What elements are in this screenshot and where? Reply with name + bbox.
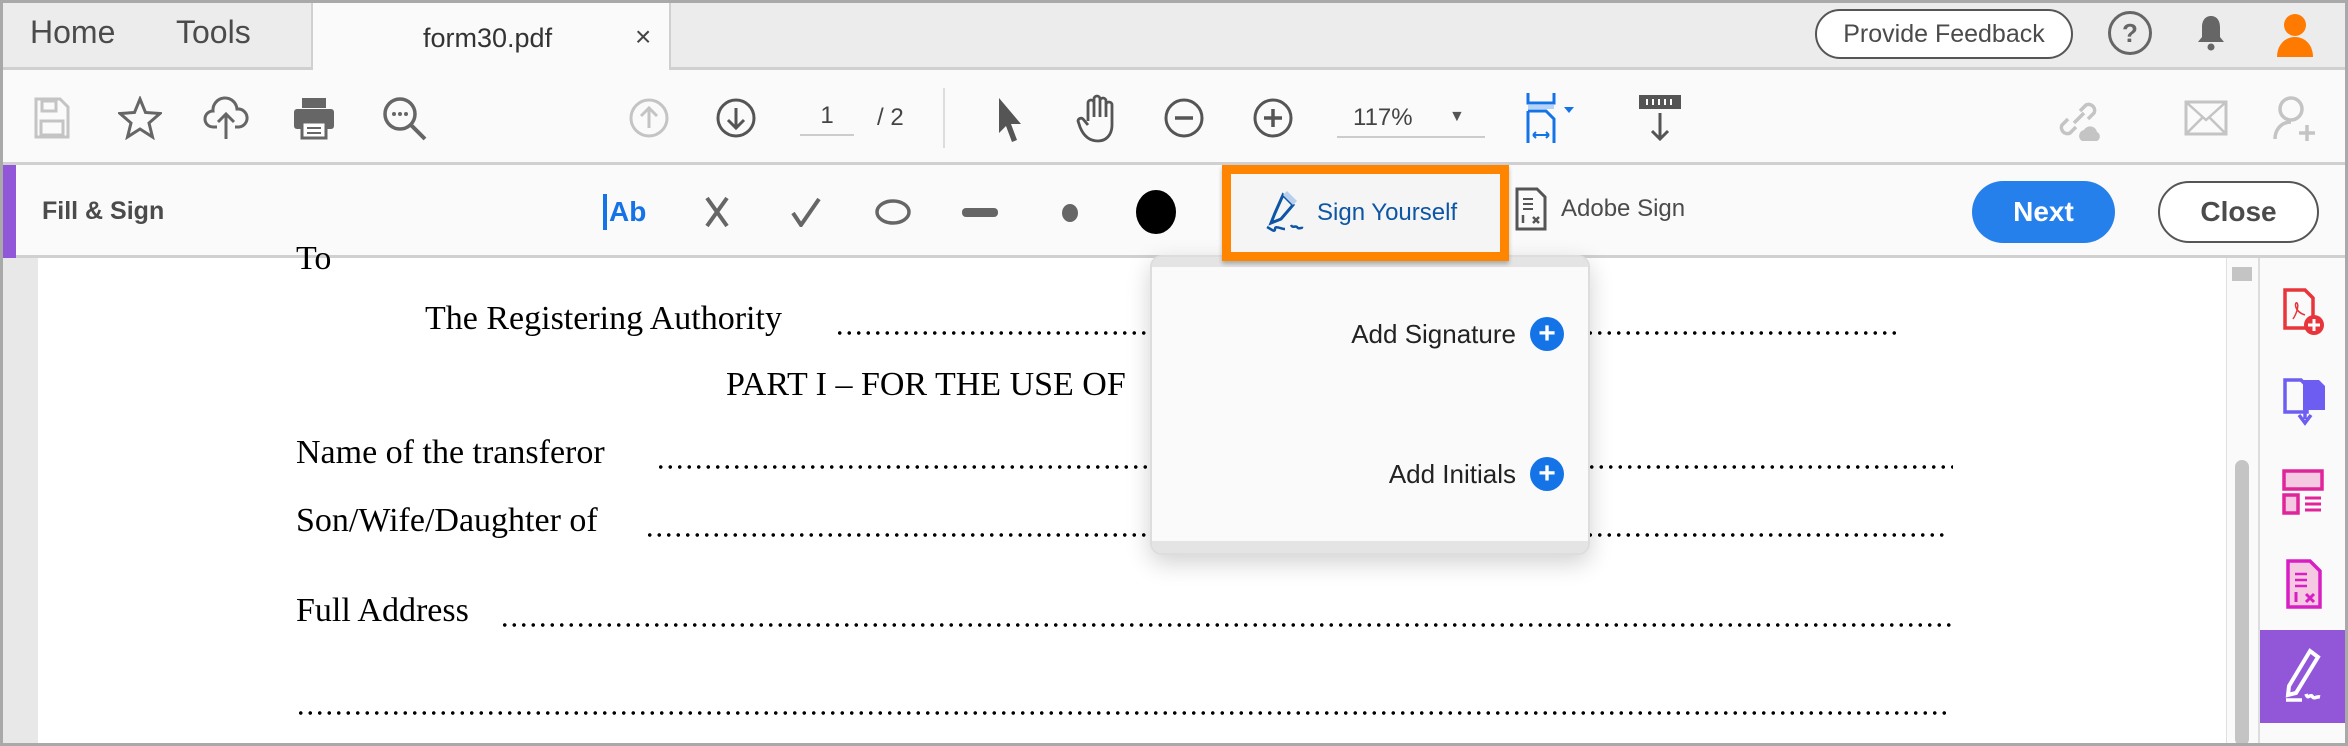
tab-home[interactable]: Home	[30, 14, 115, 51]
bookmark-star-icon[interactable]	[116, 94, 164, 142]
zoom-in-icon[interactable]	[1251, 96, 1295, 140]
adobe-sign-label: Adobe Sign	[1561, 195, 1686, 222]
sign-yourself-label: Sign Yourself	[1317, 199, 1458, 226]
line-tool[interactable]	[962, 208, 998, 217]
fill-sign-toolbar: Fill & Sign Ab Sign Yourself Adobe Sign …	[0, 165, 2348, 261]
add-text-tool[interactable]: Ab	[603, 193, 646, 231]
email-icon[interactable]	[2183, 96, 2229, 140]
zoom-value: 117%	[1353, 104, 1413, 131]
doc-registering-authority: The Registering Authority	[425, 300, 782, 337]
request-signature-icon[interactable]	[2280, 556, 2328, 612]
avatar[interactable]	[2272, 10, 2318, 60]
fill-sign-title: Fill & Sign	[42, 197, 165, 225]
search-icon[interactable]	[380, 94, 430, 144]
pen-nib-icon	[1266, 191, 1304, 232]
add-user-icon[interactable]	[2270, 94, 2320, 144]
help-icon[interactable]: ?	[2108, 11, 2152, 55]
sign-yourself-menu: Add Signature + Add Initials +	[1150, 255, 1590, 555]
provide-feedback-button[interactable]: Provide Feedback	[1815, 9, 2073, 59]
cross-mark-tool[interactable]	[700, 193, 734, 231]
scroll-mode-icon[interactable]	[1636, 92, 1684, 144]
main-toolbar: 1 / 2 117% ▼	[0, 70, 2348, 165]
text-cursor-icon	[603, 194, 607, 230]
next-page-icon[interactable]	[714, 96, 758, 140]
address-fill-line[interactable]	[500, 622, 1953, 628]
checkmark-tool[interactable]	[788, 193, 824, 231]
color-picker[interactable]	[1136, 190, 1176, 234]
create-pdf-icon[interactable]	[2280, 286, 2328, 338]
doc-address-label: Full Address	[296, 592, 469, 629]
fill-sign-accent	[3, 165, 16, 258]
doc-to: To	[296, 240, 332, 277]
zoom-select[interactable]: 117% ▼	[1337, 98, 1485, 138]
document-tab-title: form30.pdf	[423, 23, 553, 53]
add-initials-item[interactable]: Add Initials +	[1389, 457, 1564, 491]
save-icon[interactable]	[30, 95, 74, 141]
add-signature-label: Add Signature	[1351, 318, 1516, 349]
sign-yourself-button[interactable]: Sign Yourself	[1222, 165, 1509, 261]
close-button[interactable]: Close	[2158, 181, 2319, 243]
tab-bar: Home Tools form30.pdf × Provide Feedback…	[0, 0, 2348, 73]
document-sign-icon	[1515, 187, 1547, 231]
add-initials-label: Add Initials	[1388, 458, 1516, 489]
doc-transferor-label: Name of the transferor	[296, 434, 605, 471]
print-icon[interactable]	[290, 95, 338, 141]
tab-tools[interactable]: Tools	[176, 14, 251, 51]
page-gutter	[3, 258, 38, 746]
document-viewer: To The Registering Authority PART I – FO…	[0, 240, 2258, 746]
chevron-down-icon: ▼	[1449, 108, 1465, 125]
adobe-sign-button[interactable]: Adobe Sign	[1515, 187, 1685, 231]
next-button[interactable]: Next	[1972, 181, 2115, 243]
scroll-up-button[interactable]	[2232, 267, 2252, 281]
doc-relation-label: Son/Wife/Daughter of	[296, 502, 598, 539]
plus-circle-icon: +	[1530, 317, 1564, 351]
select-pointer-icon[interactable]	[992, 94, 1028, 144]
page-total: / 2	[877, 104, 904, 131]
fit-page-icon[interactable]	[1522, 90, 1592, 146]
ellipse-tool[interactable]	[873, 193, 913, 231]
zoom-out-icon[interactable]	[1162, 96, 1206, 140]
right-tools-panel	[2258, 258, 2348, 746]
dot-tool[interactable]	[1062, 204, 1078, 222]
add-signature-item[interactable]: Add Signature +	[1351, 317, 1564, 351]
share-link-icon[interactable]	[2053, 94, 2103, 144]
close-tab-icon[interactable]: ×	[635, 21, 651, 53]
doc-part-heading: PART I – FOR THE USE OF	[726, 366, 1126, 403]
upload-cloud-icon[interactable]	[202, 94, 250, 142]
bell-icon[interactable]	[2191, 10, 2231, 56]
address-fill-line-2[interactable]	[296, 710, 1946, 716]
organize-pages-icon[interactable]	[2280, 466, 2328, 518]
vertical-scrollbar[interactable]	[2226, 258, 2258, 746]
tab-document[interactable]: form30.pdf ×	[311, 3, 671, 73]
hand-tool-icon[interactable]	[1074, 92, 1122, 144]
add-text-label: Ab	[609, 196, 647, 227]
fill-sign-tool-active[interactable]	[2260, 630, 2348, 723]
previous-page-icon[interactable]	[627, 96, 671, 140]
fill-sign-pen-icon	[2285, 648, 2321, 702]
plus-circle-icon: +	[1530, 457, 1564, 491]
toolbar-divider	[943, 88, 945, 148]
scrollbar-thumb[interactable]	[2235, 460, 2249, 746]
page-number-input[interactable]: 1	[800, 102, 854, 136]
export-pdf-icon[interactable]	[2280, 376, 2328, 432]
